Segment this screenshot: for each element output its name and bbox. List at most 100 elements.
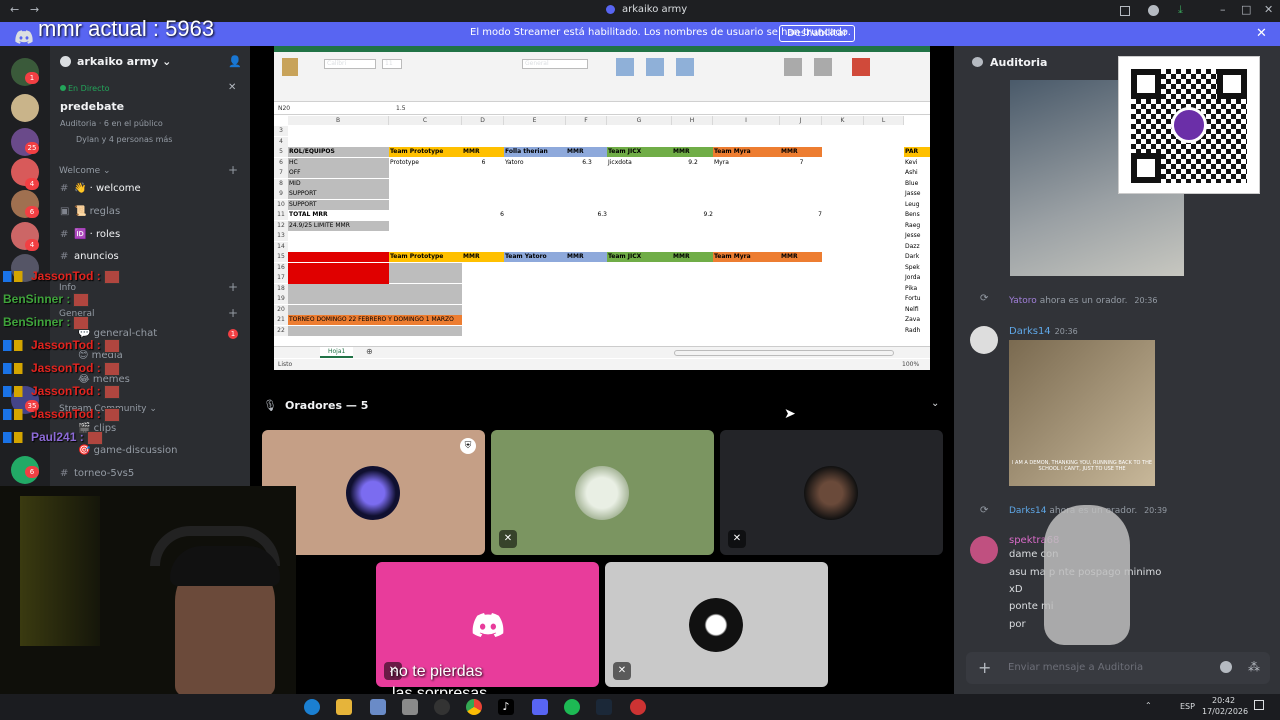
cell[interactable]: HC (288, 157, 389, 168)
event-title[interactable]: predebate (60, 100, 124, 113)
steam-icon[interactable] (596, 699, 612, 715)
close-event-icon[interactable]: ✕ (228, 82, 236, 93)
row-header[interactable]: 15 (274, 252, 288, 262)
server-name[interactable]: arkaiko army ⌄ (77, 55, 171, 68)
number-format-select[interactable]: General (522, 59, 588, 69)
cell[interactable]: 6 (462, 158, 504, 168)
cell[interactable]: MMR (672, 252, 713, 262)
horizontal-scrollbar[interactable] (674, 350, 894, 356)
user-avatar[interactable] (970, 326, 998, 354)
speaker-tile[interactable]: ✕ (491, 430, 714, 555)
cell[interactable]: 7 (780, 158, 822, 168)
app-icon[interactable] (370, 699, 386, 715)
channel-anuncios[interactable]: # anuncios (60, 251, 119, 262)
cell[interactable]: Team Prototype (389, 252, 462, 262)
cell-grid[interactable]: B C D E F G H I J K L 3 4 5 6 7 8 9 10 11 12 13 14 15 16 17 18 19 20… (274, 116, 930, 356)
column-header[interactable]: F (566, 116, 607, 125)
cell[interactable]: 6.3 (566, 210, 607, 220)
cell[interactable]: 9.2 (672, 210, 713, 220)
column-header[interactable]: D (462, 116, 504, 125)
cell[interactable]: Yatoro (504, 158, 566, 168)
spotify-icon[interactable] (564, 699, 580, 715)
cell[interactable]: PAR (904, 147, 930, 157)
cell[interactable]: Jesse (904, 231, 930, 241)
download-icon[interactable]: ⤓ (1178, 3, 1183, 17)
cell[interactable]: 24.9/25 LIMITE MMR (288, 220, 389, 231)
channel-game-discussion[interactable]: 🎯 game-discussion (78, 445, 177, 456)
cell[interactable] (389, 273, 462, 283)
cell[interactable] (389, 304, 462, 315)
cell[interactable]: Jorda (904, 273, 930, 283)
cell[interactable]: Dark (904, 252, 930, 262)
app-icon[interactable] (402, 699, 418, 715)
row-header[interactable]: 21 (274, 315, 288, 325)
cell[interactable]: Team Myra (713, 252, 780, 262)
tiktok-icon[interactable]: ♪ (498, 699, 514, 715)
add-channel-icon[interactable]: + (228, 280, 238, 294)
column-header[interactable]: L (864, 116, 904, 125)
cell[interactable]: Jasse (904, 189, 930, 199)
cell[interactable]: MMR (780, 147, 822, 157)
discord-taskbar-icon[interactable] (532, 699, 548, 715)
cell[interactable] (288, 252, 389, 262)
format-table-icon[interactable] (646, 58, 664, 76)
add-sheet-icon[interactable]: ⊕ (366, 347, 373, 356)
cell[interactable]: ROL/EQUIPOS (288, 147, 389, 157)
cell[interactable]: 6 (462, 210, 504, 220)
back-icon[interactable]: ← (10, 3, 19, 16)
edge-icon[interactable] (304, 699, 320, 715)
cell[interactable]: Pika (904, 284, 930, 294)
clock-time[interactable]: 20:42 (1212, 696, 1235, 705)
server-icon[interactable] (11, 94, 39, 122)
cell[interactable]: MMR (566, 147, 607, 157)
obs-icon[interactable] (434, 699, 450, 715)
formula-bar[interactable]: N20 1.5 (274, 103, 930, 115)
cell[interactable]: Dazz (904, 242, 930, 252)
cell[interactable] (389, 283, 462, 294)
cell[interactable]: Bens (904, 210, 930, 220)
channel-torneo[interactable]: # torneo-5vs5 (60, 468, 134, 479)
formula-value[interactable]: 1.5 (396, 105, 406, 112)
clock-date[interactable]: 17/02/2026 (1202, 707, 1248, 716)
add-attachment-icon[interactable]: + (978, 658, 991, 677)
cell[interactable] (389, 294, 462, 304)
cell[interactable]: Jicxdota (607, 158, 672, 168)
row-header[interactable]: 11 (274, 210, 288, 220)
message-input[interactable]: + Enviar mensaje a Auditoria ⁂ (966, 652, 1270, 684)
cell[interactable]: MMR (672, 147, 713, 157)
row-header[interactable]: 19 (274, 294, 288, 304)
cell[interactable]: Nelfi (904, 305, 930, 315)
category-welcome[interactable]: Welcome ⌄ (59, 166, 111, 176)
notification-icon[interactable] (1254, 700, 1264, 710)
cell[interactable]: Folla therian (504, 147, 566, 157)
sheet-tab[interactable]: Hoja1 (320, 347, 354, 358)
row-header[interactable]: 12 (274, 220, 288, 231)
channel-reglas[interactable]: ▣ 📜 reglas (60, 206, 120, 217)
cell[interactable]: 9.2 (672, 158, 713, 168)
row-header[interactable]: 22 (274, 325, 288, 336)
column-header[interactable]: B (288, 116, 389, 125)
cell[interactable]: Raeg (904, 221, 930, 231)
row-header[interactable]: 6 (274, 157, 288, 168)
name-box[interactable]: N20 (278, 105, 290, 112)
cell[interactable]: TOTAL MRR (288, 210, 389, 220)
tray-chevron-icon[interactable]: ⌃ (1145, 701, 1152, 710)
channel-welcome[interactable]: # 👋 · welcome (60, 183, 141, 194)
cell[interactable]: Zava (904, 315, 930, 325)
conditional-format-icon[interactable] (616, 58, 634, 76)
sort-filter-icon[interactable] (784, 58, 802, 76)
user-avatar[interactable] (970, 536, 998, 564)
inbox-icon[interactable] (1120, 6, 1130, 16)
disable-streamer-button[interactable]: Deshabilitar (779, 25, 856, 42)
row-header[interactable]: 5 (274, 147, 288, 157)
add-channel-icon[interactable]: + (228, 163, 238, 177)
row-header[interactable]: 18 (274, 283, 288, 294)
cell[interactable]: Fortu (904, 294, 930, 304)
find-select-icon[interactable] (814, 58, 832, 76)
emoji-icon[interactable] (1220, 661, 1232, 673)
font-name-select[interactable]: Calibri (324, 59, 376, 69)
cell[interactable]: OFF (288, 168, 389, 178)
chrome-icon[interactable] (466, 699, 482, 715)
cell[interactable] (288, 325, 389, 336)
cell[interactable]: MMR (566, 252, 607, 262)
